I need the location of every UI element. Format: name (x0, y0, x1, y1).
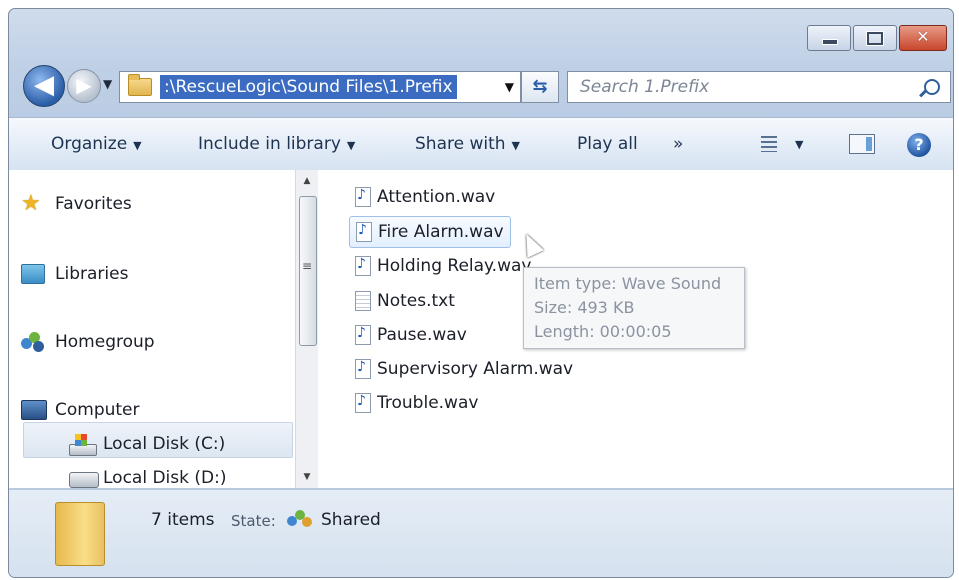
more-commands-button[interactable]: » (673, 134, 683, 154)
navigation-pane: ★ Favorites Libraries Homegroup Computer… (9, 170, 319, 488)
nav-local-disk-d-label: Local Disk (D:) (103, 468, 227, 488)
nav-libraries-label: Libraries (55, 264, 129, 284)
recent-pages-dropdown[interactable]: ▼ (103, 77, 112, 91)
change-view-icon[interactable] (761, 136, 777, 152)
maximize-button[interactable] (853, 25, 897, 51)
share-with-menu[interactable]: Share with ▼ (415, 134, 520, 154)
search-box[interactable]: Search 1.Prefix (567, 71, 951, 103)
state-value: Shared (321, 510, 381, 530)
file-item[interactable]: Holding Relay.wav (355, 251, 531, 281)
tooltip-length: Length: 00:00:05 (534, 322, 672, 341)
nav-computer[interactable]: Computer (21, 400, 140, 420)
organize-menu[interactable]: Organize ▼ (51, 134, 142, 154)
chevron-down-icon: ▼ (346, 139, 356, 152)
libraries-icon (21, 264, 45, 284)
scroll-up-icon[interactable]: ▲ (296, 172, 318, 190)
command-bar: Organize ▼ Include in library ▼ Share with… (9, 117, 953, 171)
file-name: Holding Relay.wav (377, 256, 532, 276)
file-item[interactable]: Notes.txt (355, 286, 455, 316)
file-name: Supervisory Alarm.wav (377, 359, 574, 379)
star-icon: ★ (21, 191, 41, 216)
file-name: Trouble.wav (377, 393, 479, 413)
details-pane: 7 items State: Shared (9, 489, 953, 577)
view-options-dropdown[interactable]: ▼ (795, 138, 803, 151)
audio-file-icon (355, 359, 371, 379)
close-button[interactable]: ✕ (899, 25, 947, 51)
tooltip-item-type: Item type: Wave Sound (534, 274, 722, 293)
address-path[interactable]: :\RescueLogic\Sound Files\1.Prefix (160, 75, 457, 99)
audio-file-icon (355, 256, 371, 276)
help-icon[interactable]: ? (907, 133, 931, 157)
refresh-button[interactable]: ⇆ (521, 71, 559, 103)
forward-button[interactable]: ▶ (67, 69, 101, 103)
item-count: 7 items (151, 510, 215, 530)
minimize-button[interactable] (807, 25, 851, 51)
nav-homegroup[interactable]: Homegroup (21, 332, 155, 352)
audio-file-icon (356, 222, 372, 242)
nav-favorites[interactable]: ★ Favorites (21, 193, 132, 215)
nav-local-disk-c[interactable]: Local Disk (C:) (69, 434, 226, 456)
audio-file-icon (355, 187, 371, 207)
close-icon: ✕ (916, 27, 930, 46)
file-info-tooltip: Item type: Wave Sound Size: 493 KB Lengt… (523, 267, 745, 349)
state-label: State: (231, 512, 276, 530)
nav-local-disk-c-label: Local Disk (C:) (103, 434, 226, 454)
nav-homegroup-label: Homegroup (55, 332, 155, 352)
nav-local-disk-d[interactable]: Local Disk (D:) (69, 468, 227, 488)
homegroup-icon (21, 332, 45, 352)
file-name: Notes.txt (377, 291, 455, 311)
include-in-library-menu[interactable]: Include in library ▼ (198, 134, 355, 154)
folder-icon (128, 74, 152, 96)
chevron-down-icon: ▼ (511, 139, 520, 152)
nav-computer-label: Computer (55, 400, 140, 420)
nav-pane-scrollbar[interactable]: ▲ ▼ (295, 170, 318, 488)
shared-users-icon (287, 508, 313, 530)
address-dropdown-icon[interactable]: ▼ (505, 80, 514, 94)
file-item[interactable]: Supervisory Alarm.wav (355, 354, 573, 384)
file-name: Attention.wav (377, 187, 496, 207)
caption-buttons: ✕ (807, 25, 947, 51)
drive-icon (69, 472, 99, 488)
tooltip-size: Size: 493 KB (534, 298, 635, 317)
scrollbar-thumb[interactable] (299, 196, 317, 346)
text-file-icon (355, 291, 371, 311)
nav-libraries[interactable]: Libraries (21, 264, 129, 284)
include-in-library-label: Include in library (198, 134, 341, 154)
system-drive-icon (69, 434, 97, 456)
explorer-window: ✕ ◀ ▶ ▼ :\RescueLogic\Sound Files\1.Pref… (8, 8, 954, 578)
folder-icon (55, 502, 105, 566)
file-item[interactable]: Pause.wav (355, 320, 467, 350)
file-item[interactable]: Attention.wav (355, 182, 495, 212)
organize-label: Organize (51, 134, 128, 154)
computer-icon (21, 400, 47, 420)
file-name: Pause.wav (377, 325, 467, 345)
minimize-icon (822, 39, 838, 45)
play-all-button[interactable]: Play all (577, 134, 638, 154)
maximize-icon (866, 31, 884, 46)
file-item[interactable]: Trouble.wav (355, 388, 478, 418)
file-item-selected[interactable]: Fire Alarm.wav (349, 216, 511, 248)
address-bar[interactable]: :\RescueLogic\Sound Files\1.Prefix ▼ (119, 71, 521, 103)
chevron-down-icon: ▼ (133, 139, 142, 152)
audio-file-icon (355, 325, 371, 345)
share-with-label: Share with (415, 134, 506, 154)
audio-file-icon (355, 393, 371, 413)
preview-pane-icon[interactable] (849, 134, 875, 154)
back-button[interactable]: ◀ (23, 65, 65, 107)
search-icon[interactable] (924, 79, 940, 95)
file-name: Fire Alarm.wav (378, 222, 504, 242)
scroll-down-icon[interactable]: ▼ (296, 468, 318, 486)
nav-favorites-label: Favorites (55, 194, 132, 214)
search-input[interactable]: Search 1.Prefix (580, 77, 709, 97)
